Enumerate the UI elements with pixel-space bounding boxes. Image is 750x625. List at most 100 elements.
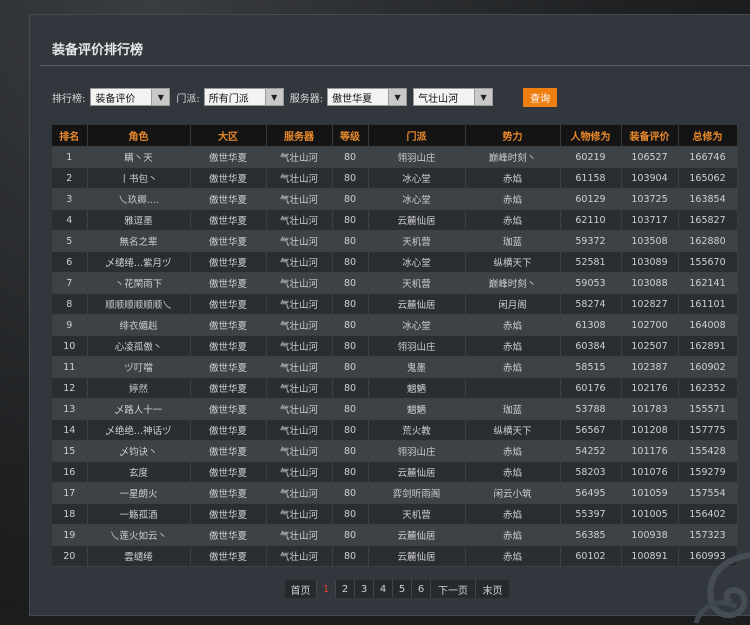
last-page-button[interactable]: 末页 [476, 580, 509, 598]
column-header: 势力 [465, 125, 561, 147]
table-cell: 100891 [621, 545, 679, 567]
table-cell: 80 [332, 209, 369, 231]
table-cell: 101005 [621, 503, 679, 525]
server-select[interactable]: 气壮山河 ▼ [413, 88, 494, 106]
table-cell: 80 [332, 230, 369, 252]
table-cell: 103089 [621, 251, 679, 273]
table-cell: 气壮山河 [266, 293, 333, 315]
chevron-down-icon[interactable]: ▼ [388, 89, 407, 105]
region-select[interactable]: 傲世华夏 ▼ [327, 88, 408, 106]
table-cell: 58203 [560, 461, 622, 483]
page-number-button[interactable]: 1 [317, 580, 336, 598]
query-button[interactable]: 查询 [523, 87, 558, 107]
rank-select[interactable]: 装备评价 ▼ [90, 88, 171, 106]
table-cell: 乀玖卿.... [87, 188, 191, 210]
table-cell: 103717 [621, 209, 679, 231]
table-cell: 珈蓝 [465, 230, 561, 252]
table-cell: 無名之辈 [87, 230, 191, 252]
page-number-button[interactable]: 3 [355, 580, 374, 598]
chevron-down-icon[interactable]: ▼ [264, 89, 283, 105]
table-cell: 80 [332, 272, 369, 294]
table-cell: 100938 [621, 524, 679, 546]
column-header: 角色 [87, 125, 191, 147]
table-cell: 傲世华夏 [190, 272, 267, 294]
table-cell: 气壮山河 [266, 230, 333, 252]
table-row: 8 顺顺顺顺顺顺乀 傲世华夏 气壮山河 80 云麓仙居 闲月阁 58274 102827 1611… [52, 293, 738, 315]
table-cell: 56495 [560, 482, 622, 504]
table-cell: 61158 [560, 167, 622, 189]
table-cell: 闲云小筑 [465, 482, 561, 504]
table-cell: 傲世华夏 [190, 377, 267, 399]
table-cell: 80 [332, 440, 369, 462]
table-cell: 102700 [621, 314, 679, 336]
table-cell: 162891 [678, 335, 738, 357]
table-cell: 赤焰 [465, 356, 561, 378]
table-cell: 10 [52, 335, 88, 357]
table-cell: 59372 [560, 230, 622, 252]
next-page-button[interactable]: 下一页 [431, 580, 476, 598]
table-row: 2 丨书包丶 傲世华夏 气壮山河 80 冰心堂 赤焰 61158 103904 165062 [52, 167, 738, 189]
leaderboard-panel: 装备评价排行榜 排行榜: 装备评价 ▼ 门派: 所有门派 ▼ 服务器: 傲世华夏… [29, 14, 750, 624]
table-cell: 62110 [560, 209, 622, 231]
page-numbers: 123456 [317, 580, 431, 598]
table-cell: 云麓仙居 [368, 293, 466, 315]
table-cell: 4 [52, 209, 88, 231]
table-cell: 丶花閑雨下 [87, 272, 191, 294]
table-cell: 13 [52, 398, 88, 420]
table-cell: 赤焰 [465, 545, 561, 567]
server-label: 服务器: [289, 93, 324, 105]
first-page-button[interactable]: 首页 [285, 580, 317, 598]
table-cell: 155670 [678, 251, 738, 273]
table-cell: 102387 [621, 356, 679, 378]
table-cell: 11 [52, 356, 88, 378]
chevron-down-icon[interactable]: ▼ [151, 89, 170, 105]
table-cell: 103088 [621, 272, 679, 294]
table-cell: 雅逗墨 [87, 209, 191, 231]
faction-select[interactable]: 所有门派 ▼ [203, 88, 284, 106]
table-cell: 赤焰 [465, 167, 561, 189]
table-cell: 54252 [560, 440, 622, 462]
table-row: 17 一星朗火 傲世华夏 气壮山河 80 弈剑听雨阁 闲云小筑 56495 101059 1575… [52, 482, 738, 504]
table-cell: 157323 [678, 524, 738, 546]
table-cell: 赤焰 [465, 335, 561, 357]
page-number-button[interactable]: 2 [336, 580, 355, 598]
table-cell: 气壮山河 [266, 356, 333, 378]
table-cell: 165827 [678, 209, 738, 231]
table-cell: 80 [332, 251, 369, 273]
table-row: 6 乄缱绻...紫月ヅ 傲世华夏 气壮山河 80 冰心堂 纵横天下 52581 103089 15… [52, 251, 738, 273]
table-cell: 17 [52, 482, 88, 504]
table-cell: 傲世华夏 [190, 293, 267, 315]
table-cell: 80 [332, 335, 369, 357]
table-cell: 顺顺顺顺顺顺乀 [87, 293, 191, 315]
chevron-down-icon[interactable]: ▼ [474, 89, 493, 105]
table-cell [465, 377, 561, 399]
table-cell: 气壮山河 [266, 398, 333, 420]
page-number-button[interactable]: 4 [374, 580, 393, 598]
table-cell: 159279 [678, 461, 738, 483]
table-cell: 16 [52, 461, 88, 483]
table-cell: 160902 [678, 356, 738, 378]
rank-select-value: 装备评价 [95, 93, 136, 105]
table-row: 1 瞒丶天 傲世华夏 气壮山河 80 翎羽山庄 巅峰时刻丶 60219 106527 166746 [52, 146, 738, 168]
faction-label: 门派: [176, 93, 200, 105]
table-cell: 翎羽山庄 [368, 440, 466, 462]
column-header: 人物修为 [560, 125, 622, 147]
table-cell: 8 [52, 293, 88, 315]
table-cell: 103725 [621, 188, 679, 210]
table-cell: 101076 [621, 461, 679, 483]
table-cell: 丨书包丶 [87, 167, 191, 189]
table-cell: 赤焰 [465, 209, 561, 231]
table-cell: 心凌孤傲丶 [87, 335, 191, 357]
table-cell: 166746 [678, 146, 738, 168]
table-cell: 纵横天下 [465, 419, 561, 441]
page-number-button[interactable]: 6 [412, 580, 431, 598]
table-cell: 58515 [560, 356, 622, 378]
table-cell: 一星朗火 [87, 482, 191, 504]
table-cell: 弈剑听雨阁 [368, 482, 466, 504]
table-cell: 气壮山河 [266, 524, 333, 546]
table-cell: 5 [52, 230, 88, 252]
column-header: 大区 [190, 125, 267, 147]
table-cell: 傲世华夏 [190, 146, 267, 168]
table-cell: 婷然 [87, 377, 191, 399]
page-number-button[interactable]: 5 [393, 580, 412, 598]
